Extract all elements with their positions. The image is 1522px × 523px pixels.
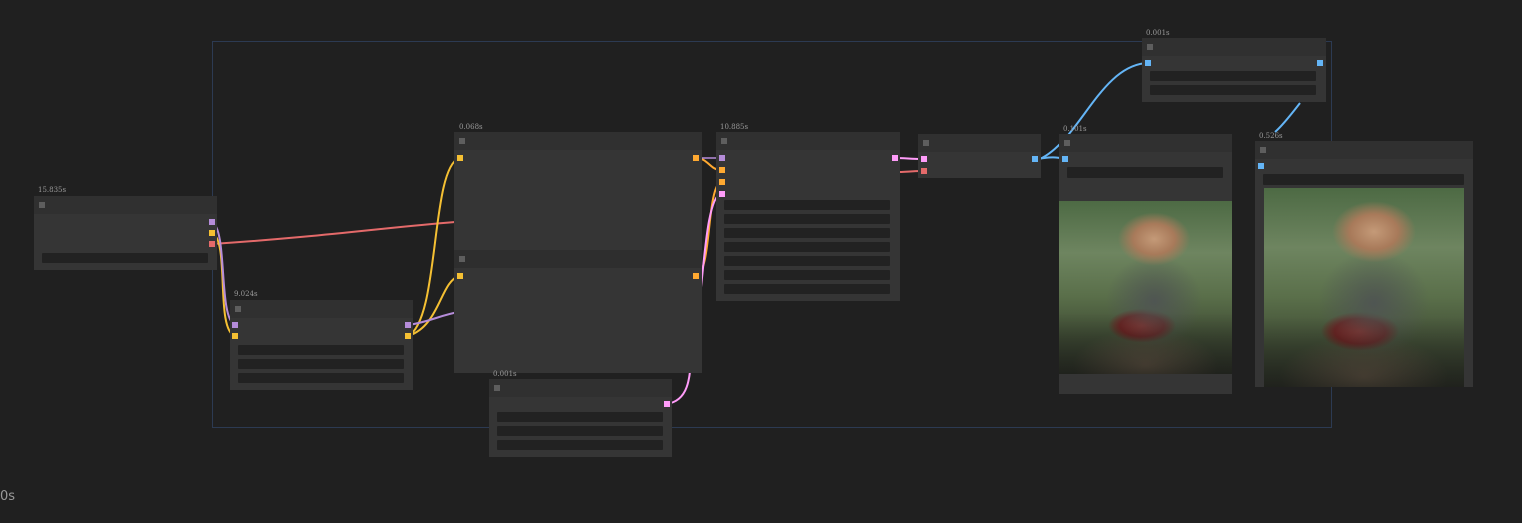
collapse-toggle[interactable]: [235, 306, 241, 312]
number-widget[interactable]: [238, 373, 404, 383]
input-port-model[interactable]: [457, 155, 463, 161]
cfg-widget[interactable]: [724, 242, 890, 252]
output-port-clip[interactable]: [209, 219, 215, 225]
output-port-latent[interactable]: [664, 401, 670, 407]
filename-prefix-widget[interactable]: [1263, 174, 1464, 185]
node-header[interactable]: [1255, 141, 1473, 159]
image-util-node[interactable]: [1142, 38, 1326, 102]
node-timing: 0.001s: [1146, 29, 1170, 37]
output-port-conditioning[interactable]: [693, 273, 699, 279]
output-port-vae[interactable]: [209, 241, 215, 247]
output-port-image[interactable]: [1032, 156, 1038, 162]
input-port-model[interactable]: [457, 273, 463, 279]
collapse-toggle[interactable]: [1064, 140, 1070, 146]
collapse-toggle[interactable]: [923, 140, 929, 146]
queue-time: 0s: [0, 489, 16, 504]
vae-decode-node[interactable]: [918, 134, 1041, 178]
input-port-image[interactable]: [1145, 60, 1151, 66]
empty-latent-node[interactable]: [489, 379, 672, 457]
option-widget[interactable]: [1150, 85, 1316, 95]
input-port-images[interactable]: [1258, 163, 1264, 169]
input-port-positive[interactable]: [719, 167, 725, 173]
clip-text-encode-node[interactable]: [454, 132, 702, 373]
node-timing: 15.835s: [38, 186, 67, 194]
preview-image[interactable]: [1059, 201, 1232, 374]
input-port-clip[interactable]: [232, 322, 238, 328]
node-timing: 0.001s: [493, 370, 517, 378]
collapse-toggle[interactable]: [459, 138, 465, 144]
input-port-model[interactable]: [232, 333, 238, 339]
sampler-widget[interactable]: [724, 256, 890, 266]
input-port-model[interactable]: [719, 155, 725, 161]
image-shade: [1264, 317, 1464, 387]
output-port-latent[interactable]: [892, 155, 898, 161]
preview-image-node[interactable]: [1059, 134, 1232, 394]
number-widget[interactable]: [238, 359, 404, 369]
combo-widget[interactable]: [42, 253, 208, 263]
node-timing: 9.024s: [234, 290, 258, 298]
node-header[interactable]: [230, 300, 413, 318]
save-image-node[interactable]: [1255, 141, 1473, 387]
checkpoint-loader-node[interactable]: [34, 196, 217, 270]
node-header[interactable]: [454, 250, 702, 268]
saved-image[interactable]: [1264, 188, 1464, 387]
steps-widget[interactable]: [724, 228, 890, 238]
option-widget[interactable]: [1150, 71, 1316, 81]
node-header[interactable]: [1059, 134, 1232, 152]
scheduler-widget[interactable]: [724, 270, 890, 280]
node-timing: 0.526s: [1259, 132, 1283, 140]
output-port-conditioning[interactable]: [693, 155, 699, 161]
ksampler-node[interactable]: [716, 132, 900, 301]
batch-widget[interactable]: [497, 440, 663, 450]
filename-widget[interactable]: [1067, 167, 1223, 178]
node-header[interactable]: [34, 196, 217, 214]
node-timing: 0.101s: [1063, 125, 1087, 133]
node-header[interactable]: [489, 379, 672, 397]
output-port-model[interactable]: [209, 230, 215, 236]
input-port-samples[interactable]: [921, 156, 927, 162]
input-port-images[interactable]: [1062, 156, 1068, 162]
node-header[interactable]: [716, 132, 900, 150]
output-port-clip[interactable]: [405, 322, 411, 328]
collapse-toggle[interactable]: [1147, 44, 1153, 50]
node-header[interactable]: [1142, 38, 1326, 56]
node-timing: 0.068s: [459, 123, 483, 131]
image-shade: [1059, 313, 1232, 374]
input-port-negative[interactable]: [719, 179, 725, 185]
collapse-toggle[interactable]: [494, 385, 500, 391]
height-widget[interactable]: [497, 426, 663, 436]
collapse-toggle[interactable]: [721, 138, 727, 144]
seed-widget[interactable]: [724, 200, 890, 210]
width-widget[interactable]: [497, 412, 663, 422]
node-header[interactable]: [454, 132, 702, 150]
node-body: [918, 152, 1041, 178]
input-port-latent[interactable]: [719, 191, 725, 197]
input-port-vae[interactable]: [921, 168, 927, 174]
collapse-toggle[interactable]: [459, 256, 465, 262]
control-widget[interactable]: [724, 214, 890, 224]
lora-loader-node[interactable]: [230, 300, 413, 390]
output-port-image[interactable]: [1317, 60, 1323, 66]
collapse-toggle[interactable]: [39, 202, 45, 208]
node-timing: 10.885s: [720, 123, 749, 131]
node-header[interactable]: [918, 134, 1041, 152]
output-port-model[interactable]: [405, 333, 411, 339]
collapse-toggle[interactable]: [1260, 147, 1266, 153]
combo-widget[interactable]: [238, 345, 404, 355]
denoise-widget[interactable]: [724, 284, 890, 294]
